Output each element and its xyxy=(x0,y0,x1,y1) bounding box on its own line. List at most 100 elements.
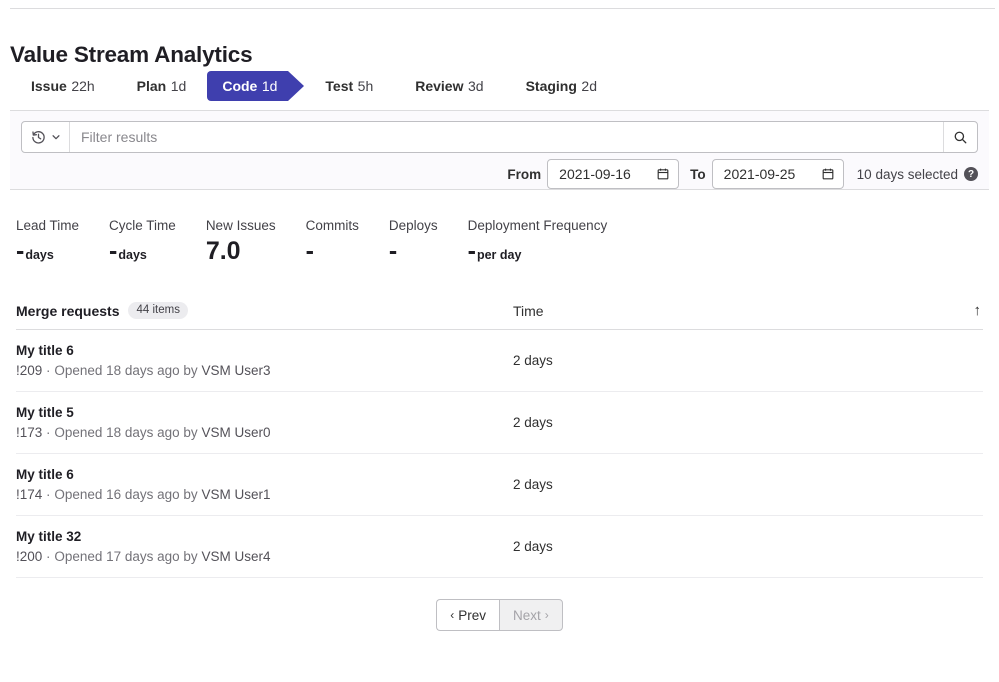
metric-value-group: 7.0 xyxy=(206,238,276,264)
metric-unit: days xyxy=(25,249,54,262)
metric-label: New Issues xyxy=(206,218,276,233)
calendar-icon xyxy=(656,167,670,181)
metric-value: 7.0 xyxy=(206,238,241,264)
meta-separator: · xyxy=(46,549,51,564)
stage-tab-issue[interactable]: Issue 22h xyxy=(10,71,116,101)
search-icon xyxy=(953,130,968,145)
metric-label: Lead Time xyxy=(16,218,79,233)
chevron-right-icon: › xyxy=(545,609,549,621)
merge-request-title[interactable]: My title 6 xyxy=(16,343,513,358)
metric-cycle-time: Cycle Time - days xyxy=(109,218,176,264)
next-page-button[interactable]: Next › xyxy=(499,599,563,631)
date-range-controls: From 2021-09-16 To 2021-09-25 xyxy=(507,159,978,189)
metric-value-group: - days xyxy=(109,238,176,264)
stage-name: Test xyxy=(325,78,353,94)
to-date-input[interactable]: 2021-09-25 xyxy=(712,159,844,189)
merge-request-meta: !209 · Opened 18 days ago by VSM User3 xyxy=(16,363,513,378)
table-row[interactable]: My title 32 !200 · Opened 17 days ago by… xyxy=(16,516,983,578)
merge-request-iid: !174 xyxy=(16,487,42,502)
metric-unit: days xyxy=(118,249,147,262)
merge-request-iid: !209 xyxy=(16,363,42,378)
merge-request-author[interactable]: VSM User4 xyxy=(201,549,270,564)
from-date-value: 2021-09-16 xyxy=(559,166,656,182)
items-count-badge: 44 items xyxy=(128,302,187,320)
chevron-down-icon xyxy=(51,132,61,142)
merge-request-time: 2 days xyxy=(513,353,983,368)
from-date-input[interactable]: 2021-09-16 xyxy=(547,159,679,189)
arrow-up-icon[interactable]: ↑ xyxy=(974,302,984,319)
stage-tab-staging[interactable]: Staging 2d xyxy=(505,71,618,101)
stage-tab-plan[interactable]: Plan 1d xyxy=(116,71,208,101)
metric-value-group: - xyxy=(389,238,438,264)
chevron-left-icon: ‹ xyxy=(450,609,454,621)
next-page-label: Next xyxy=(513,608,541,623)
stage-tab-code[interactable]: Code 1d xyxy=(207,71,288,101)
merge-request-author[interactable]: VSM User3 xyxy=(201,363,270,378)
metric-label: Deployment Frequency xyxy=(468,218,608,233)
stage-name: Review xyxy=(415,78,463,94)
question-mark-icon[interactable]: ? xyxy=(964,167,978,181)
row-content: My title 6 !174 · Opened 16 days ago by … xyxy=(16,467,513,502)
merge-request-meta: !200 · Opened 17 days ago by VSM User4 xyxy=(16,549,513,564)
table-header: Merge requests 44 items Time ↑ xyxy=(16,300,983,330)
stage-tab-review[interactable]: Review 3d xyxy=(394,71,504,101)
metric-value-group: - per day xyxy=(468,238,608,264)
merge-request-time: 2 days xyxy=(513,477,983,492)
row-content: My title 5 !173 · Opened 18 days ago by … xyxy=(16,405,513,440)
top-divider xyxy=(10,8,995,9)
stage-duration: 3d xyxy=(468,78,484,94)
stage-name: Plan xyxy=(137,78,167,94)
merge-request-iid: !173 xyxy=(16,425,42,440)
metric-label: Deploys xyxy=(389,218,438,233)
column-header-time: Time xyxy=(513,303,974,319)
merge-requests-label: Merge requests xyxy=(16,303,119,319)
metric-new-issues: New Issues 7.0 xyxy=(206,218,276,264)
from-label: From xyxy=(507,167,541,182)
page-title: Value Stream Analytics xyxy=(10,42,252,68)
stage-name: Code xyxy=(222,78,257,94)
prev-page-button[interactable]: ‹ Prev xyxy=(436,599,499,631)
table-row[interactable]: My title 6 !174 · Opened 16 days ago by … xyxy=(16,454,983,516)
merge-request-title[interactable]: My title 6 xyxy=(16,467,513,482)
merge-request-author[interactable]: VSM User0 xyxy=(201,425,270,440)
stage-name: Staging xyxy=(526,78,577,94)
metric-value-group: - xyxy=(306,238,359,264)
metric-lead-time: Lead Time - days xyxy=(16,218,79,264)
row-content: My title 32 !200 · Opened 17 days ago by… xyxy=(16,529,513,564)
filter-input[interactable] xyxy=(70,122,943,152)
merge-requests-table: Merge requests 44 items Time ↑ My title … xyxy=(16,300,983,578)
meta-separator: · xyxy=(46,363,51,378)
pagination: ‹ Prev Next › xyxy=(0,599,999,631)
merge-request-title[interactable]: My title 32 xyxy=(16,529,513,544)
merge-request-meta: !173 · Opened 18 days ago by VSM User0 xyxy=(16,425,513,440)
to-label: To xyxy=(690,167,706,182)
merge-request-time: 2 days xyxy=(513,539,983,554)
merge-request-opened: Opened 17 days ago by xyxy=(54,549,197,564)
stage-tab-test[interactable]: Test 5h xyxy=(304,71,394,101)
metric-label: Commits xyxy=(306,218,359,233)
stage-nav: Issue 22h Plan 1d Code 1d Test 5h Review… xyxy=(10,71,618,101)
filter-panel: From 2021-09-16 To 2021-09-25 xyxy=(10,110,989,190)
merge-request-opened: Opened 18 days ago by xyxy=(54,363,197,378)
metrics-row: Lead Time - days Cycle Time - days New I… xyxy=(16,218,637,264)
prev-page-label: Prev xyxy=(458,608,486,623)
merge-request-title[interactable]: My title 5 xyxy=(16,405,513,420)
metric-value: - xyxy=(468,238,476,264)
search-button[interactable] xyxy=(943,122,977,152)
table-row[interactable]: My title 6 !209 · Opened 18 days ago by … xyxy=(16,330,983,392)
metric-commits: Commits - xyxy=(306,218,359,264)
table-row[interactable]: My title 5 !173 · Opened 18 days ago by … xyxy=(16,392,983,454)
merge-request-meta: !174 · Opened 16 days ago by VSM User1 xyxy=(16,487,513,502)
stage-name: Issue xyxy=(31,78,67,94)
merge-request-opened: Opened 16 days ago by xyxy=(54,487,197,502)
recent-searches-button[interactable] xyxy=(22,122,70,152)
metric-unit: per day xyxy=(477,249,521,262)
merge-request-opened: Opened 18 days ago by xyxy=(54,425,197,440)
merge-request-iid: !200 xyxy=(16,549,42,564)
metric-value: - xyxy=(389,238,397,264)
pager-group: ‹ Prev Next › xyxy=(436,599,563,631)
calendar-icon xyxy=(821,167,835,181)
stage-duration: 5h xyxy=(358,78,374,94)
merge-request-author[interactable]: VSM User1 xyxy=(201,487,270,502)
stage-duration: 2d xyxy=(581,78,597,94)
